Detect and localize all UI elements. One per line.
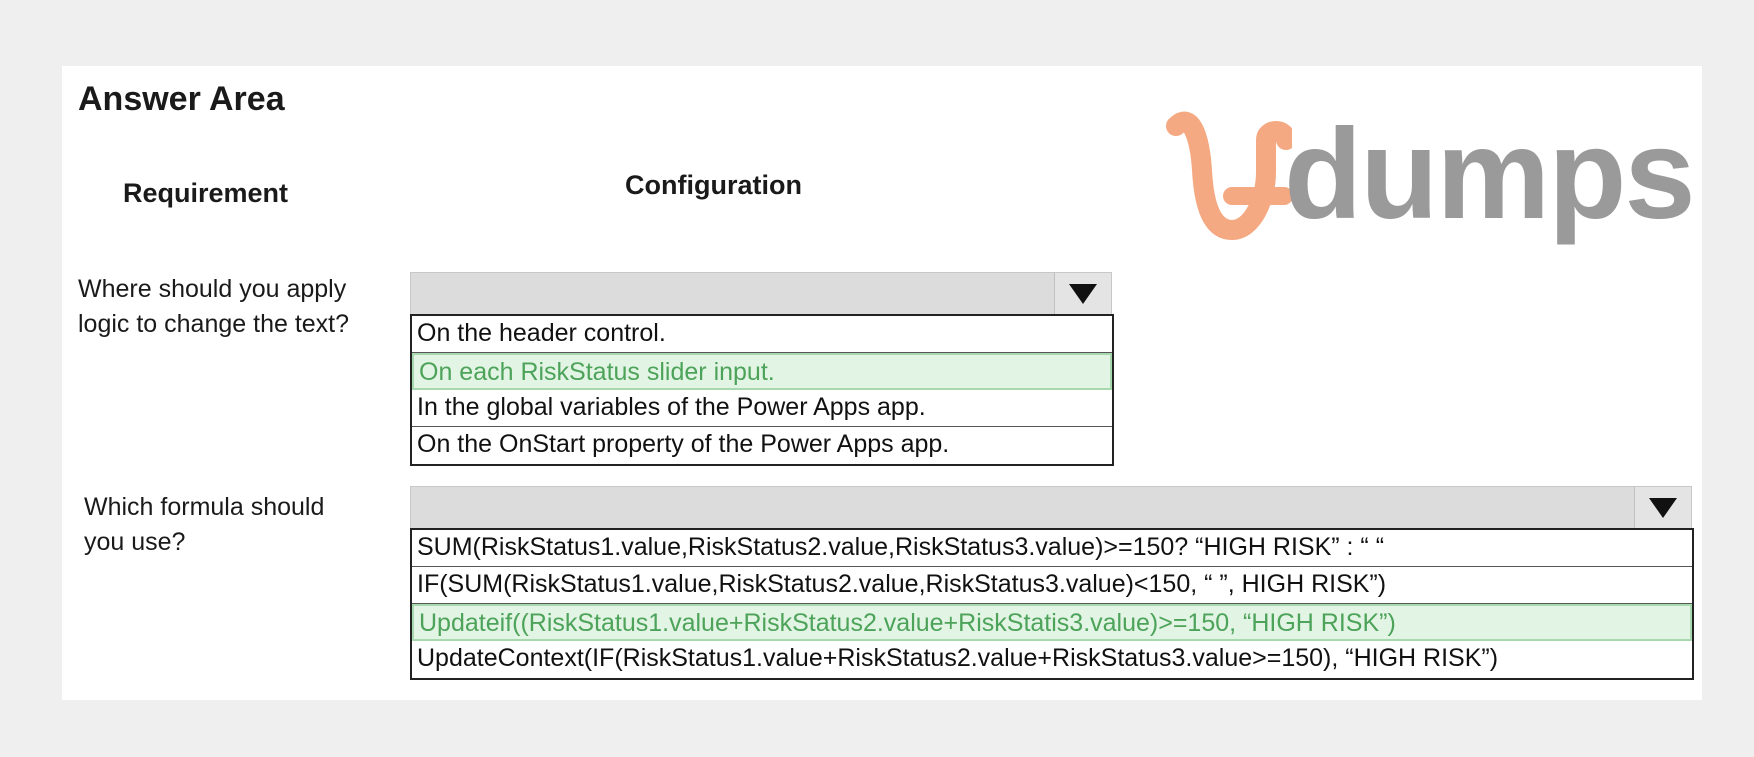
question-2-options: SUM(RiskStatus1.value,RiskStatus2.value,…	[410, 528, 1694, 680]
requirement-header: Requirement	[123, 178, 289, 208]
chevron-down-icon	[1069, 284, 1097, 304]
question-2-dropdown-button[interactable]	[1634, 487, 1691, 529]
logo-wordmark: dumps	[1284, 103, 1696, 246]
chevron-down-icon	[1649, 498, 1677, 518]
question-1-text: Where should you apply logic to change t…	[78, 272, 349, 342]
question-2-line-2: you use?	[84, 528, 186, 556]
question-2-dropdown[interactable]	[410, 486, 1692, 530]
option-if-sum-formula[interactable]: IF(SUM(RiskStatus1.value,RiskStatus2.val…	[412, 567, 1692, 604]
question-2-text: Which formula should you use?	[84, 490, 324, 560]
question-2-line-1: Which formula should	[84, 493, 325, 521]
question-1-dropdown-button[interactable]	[1054, 273, 1111, 315]
option-slider-input[interactable]: On each RiskStatus slider input.	[412, 353, 1112, 390]
question-1-dropdown[interactable]	[410, 272, 1112, 316]
v-logo-icon	[1166, 111, 1292, 241]
question-1-line-1: Where should you apply	[78, 275, 347, 303]
option-header-control[interactable]: On the header control.	[412, 316, 1112, 353]
question-1-options: On the header control. On each RiskStatu…	[410, 314, 1114, 466]
option-sum-formula[interactable]: SUM(RiskStatus1.value,RiskStatus2.value,…	[412, 530, 1692, 567]
option-updatecontext-formula[interactable]: UpdateContext(IF(RiskStatus1.value+RiskS…	[412, 641, 1692, 678]
answer-area-title: Answer Area	[78, 80, 285, 118]
option-global-variables[interactable]: In the global variables of the Power App…	[412, 390, 1112, 427]
option-onstart-property[interactable]: On the OnStart property of the Power App…	[412, 427, 1112, 464]
option-updateif-formula[interactable]: Updateif((RiskStatus1.value+RiskStatus2.…	[412, 604, 1692, 641]
vdumps-logo: dumps	[1162, 100, 1752, 250]
configuration-header: Configuration	[625, 170, 802, 200]
question-1-line-2: logic to change the text?	[78, 310, 350, 338]
